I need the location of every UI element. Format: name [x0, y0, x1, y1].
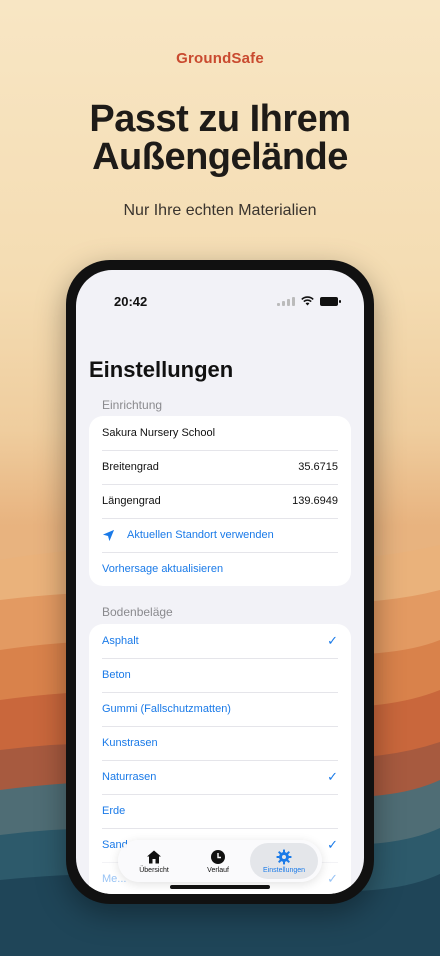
surfaces-section-label: Bodenbeläge — [102, 605, 173, 619]
tab-bar: Übersicht Verlauf Einstellungen — [118, 840, 322, 882]
surface-label: Naturrasen — [102, 771, 157, 783]
status-bar: 20:42 — [76, 292, 364, 312]
tab-history-label: Verlauf — [207, 866, 229, 874]
checkmark-icon: ✓ — [327, 837, 338, 852]
latitude-label: Breitengrad — [102, 461, 159, 473]
headline-line-2: Außengelände — [92, 136, 348, 178]
surface-item-kunstrasen[interactable]: Kunstrasen — [89, 726, 351, 760]
checkmark-icon: ✓ — [327, 769, 338, 784]
setup-card: Sakura Nursery School Breitengrad 35.671… — [89, 416, 351, 586]
tab-overview-label: Übersicht — [139, 866, 169, 874]
headline-line-1: Passt zu Ihrem — [89, 98, 351, 140]
subline: Nur Ihre echten Materialien — [123, 202, 317, 219]
use-location-button[interactable]: Aktuellen Standort verwenden — [89, 518, 351, 552]
wifi-icon — [301, 296, 314, 306]
use-location-label: Aktuellen Standort verwenden — [127, 529, 274, 541]
clock-icon — [211, 849, 226, 864]
brand-name: GroundSafe — [176, 50, 264, 67]
battery-icon — [320, 296, 341, 306]
phone-frame: 20:42 Einstellungen Einrichtung Sakura N… — [66, 260, 374, 904]
checkmark-icon: ✓ — [327, 633, 338, 648]
status-icons — [277, 296, 341, 306]
surface-label: Beton — [102, 669, 131, 681]
surface-item-erde[interactable]: Erde — [89, 794, 351, 828]
longitude-label: Längengrad — [102, 495, 161, 507]
latitude-row[interactable]: Breitengrad 35.6715 — [89, 450, 351, 484]
surface-label: Erde — [102, 805, 126, 817]
surface-item-beton[interactable]: Beton — [89, 658, 351, 692]
refresh-forecast-label: Vorhersage aktualisieren — [102, 563, 224, 575]
house-icon — [147, 850, 162, 863]
tab-history[interactable]: Verlauf — [186, 843, 250, 879]
status-time: 20:42 — [114, 294, 148, 309]
location-arrow-icon — [102, 529, 115, 541]
checkmark-icon: ✓ — [327, 871, 338, 886]
tab-settings-label: Einstellungen — [263, 866, 306, 874]
headline: Passt zu Ihrem Außengelände — [0, 100, 440, 176]
signal-icon — [277, 296, 295, 306]
tab-settings[interactable]: Einstellungen — [250, 843, 319, 879]
surface-label: Kunstrasen — [102, 737, 158, 749]
surface-label: Gummi (Fallschutzmatten) — [102, 703, 231, 715]
page-title: Einstellungen — [89, 357, 234, 382]
home-indicator — [170, 885, 270, 889]
longitude-value: 139.6949 — [292, 495, 338, 507]
setup-section-label: Einrichtung — [102, 398, 163, 412]
refresh-forecast-button[interactable]: Vorhersage aktualisieren — [89, 552, 351, 586]
surface-item-naturrasen[interactable]: Naturrasen ✓ — [89, 760, 351, 794]
surface-item-gummi[interactable]: Gummi (Fallschutzmatten) — [89, 692, 351, 726]
longitude-row[interactable]: Längengrad 139.6949 — [89, 484, 351, 518]
surface-label: Asphalt — [102, 635, 139, 647]
tab-overview[interactable]: Übersicht — [122, 843, 186, 879]
facility-name: Sakura Nursery School — [102, 427, 216, 439]
gear-icon — [276, 849, 292, 864]
surface-item-asphalt[interactable]: Asphalt ✓ — [89, 624, 351, 658]
phone-screen: 20:42 Einstellungen Einrichtung Sakura N… — [76, 270, 364, 894]
facility-row[interactable]: Sakura Nursery School — [89, 416, 351, 450]
latitude-value: 35.6715 — [298, 461, 338, 473]
